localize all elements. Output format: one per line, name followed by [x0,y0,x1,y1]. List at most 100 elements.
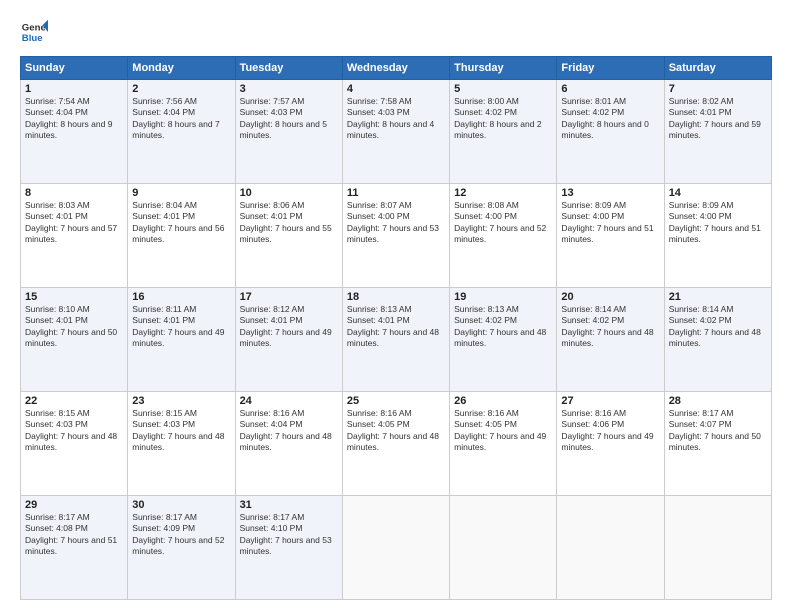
day-info: Sunrise: 7:57 AMSunset: 4:03 PMDaylight:… [240,96,327,140]
day-number: 28 [669,395,767,407]
calendar-cell: 15 Sunrise: 8:10 AMSunset: 4:01 PMDaylig… [21,288,128,392]
day-number: 21 [669,291,767,303]
calendar-cell: 6 Sunrise: 8:01 AMSunset: 4:02 PMDayligh… [557,80,664,184]
calendar-cell: 10 Sunrise: 8:06 AMSunset: 4:01 PMDaylig… [235,184,342,288]
col-header-wednesday: Wednesday [342,57,449,80]
page: General Blue SundayMondayTuesdayWednesda… [0,0,792,612]
day-number: 7 [669,83,767,95]
day-number: 9 [132,187,230,199]
day-number: 30 [132,499,230,511]
calendar-cell: 29 Sunrise: 8:17 AMSunset: 4:08 PMDaylig… [21,496,128,600]
day-info: Sunrise: 8:17 AMSunset: 4:10 PMDaylight:… [240,512,332,556]
day-number: 27 [561,395,659,407]
day-info: Sunrise: 8:17 AMSunset: 4:08 PMDaylight:… [25,512,117,556]
day-number: 22 [25,395,123,407]
col-header-monday: Monday [128,57,235,80]
calendar-cell: 24 Sunrise: 8:16 AMSunset: 4:04 PMDaylig… [235,392,342,496]
calendar-cell: 2 Sunrise: 7:56 AMSunset: 4:04 PMDayligh… [128,80,235,184]
calendar-cell: 12 Sunrise: 8:08 AMSunset: 4:00 PMDaylig… [450,184,557,288]
col-header-friday: Friday [557,57,664,80]
col-header-saturday: Saturday [664,57,771,80]
calendar-cell: 16 Sunrise: 8:11 AMSunset: 4:01 PMDaylig… [128,288,235,392]
day-info: Sunrise: 8:10 AMSunset: 4:01 PMDaylight:… [25,304,117,348]
calendar-cell: 17 Sunrise: 8:12 AMSunset: 4:01 PMDaylig… [235,288,342,392]
day-number: 12 [454,187,552,199]
calendar-cell: 8 Sunrise: 8:03 AMSunset: 4:01 PMDayligh… [21,184,128,288]
day-number: 11 [347,187,445,199]
day-info: Sunrise: 8:09 AMSunset: 4:00 PMDaylight:… [669,200,761,244]
calendar-cell: 31 Sunrise: 8:17 AMSunset: 4:10 PMDaylig… [235,496,342,600]
col-header-sunday: Sunday [21,57,128,80]
day-number: 26 [454,395,552,407]
day-info: Sunrise: 8:07 AMSunset: 4:00 PMDaylight:… [347,200,439,244]
day-number: 25 [347,395,445,407]
header: General Blue [20,18,772,46]
day-number: 24 [240,395,338,407]
calendar-cell: 25 Sunrise: 8:16 AMSunset: 4:05 PMDaylig… [342,392,449,496]
calendar-cell [450,496,557,600]
day-info: Sunrise: 8:11 AMSunset: 4:01 PMDaylight:… [132,304,224,348]
calendar-cell: 13 Sunrise: 8:09 AMSunset: 4:00 PMDaylig… [557,184,664,288]
day-number: 13 [561,187,659,199]
calendar-cell: 28 Sunrise: 8:17 AMSunset: 4:07 PMDaylig… [664,392,771,496]
day-info: Sunrise: 8:16 AMSunset: 4:04 PMDaylight:… [240,408,332,452]
calendar-cell: 4 Sunrise: 7:58 AMSunset: 4:03 PMDayligh… [342,80,449,184]
day-info: Sunrise: 8:03 AMSunset: 4:01 PMDaylight:… [25,200,117,244]
day-info: Sunrise: 8:00 AMSunset: 4:02 PMDaylight:… [454,96,541,140]
day-info: Sunrise: 8:02 AMSunset: 4:01 PMDaylight:… [669,96,761,140]
day-number: 6 [561,83,659,95]
day-number: 18 [347,291,445,303]
calendar-cell: 7 Sunrise: 8:02 AMSunset: 4:01 PMDayligh… [664,80,771,184]
day-info: Sunrise: 7:56 AMSunset: 4:04 PMDaylight:… [132,96,219,140]
logo-icon: General Blue [20,18,48,46]
day-number: 8 [25,187,123,199]
calendar-cell [557,496,664,600]
day-number: 15 [25,291,123,303]
day-number: 10 [240,187,338,199]
calendar-cell: 19 Sunrise: 8:13 AMSunset: 4:02 PMDaylig… [450,288,557,392]
day-number: 2 [132,83,230,95]
day-info: Sunrise: 8:16 AMSunset: 4:05 PMDaylight:… [347,408,439,452]
day-number: 1 [25,83,123,95]
day-info: Sunrise: 8:08 AMSunset: 4:00 PMDaylight:… [454,200,546,244]
col-header-tuesday: Tuesday [235,57,342,80]
calendar-cell: 20 Sunrise: 8:14 AMSunset: 4:02 PMDaylig… [557,288,664,392]
day-number: 17 [240,291,338,303]
day-number: 4 [347,83,445,95]
day-info: Sunrise: 8:13 AMSunset: 4:02 PMDaylight:… [454,304,546,348]
calendar-cell: 21 Sunrise: 8:14 AMSunset: 4:02 PMDaylig… [664,288,771,392]
calendar-cell: 1 Sunrise: 7:54 AMSunset: 4:04 PMDayligh… [21,80,128,184]
svg-text:Blue: Blue [22,33,43,44]
calendar-table: SundayMondayTuesdayWednesdayThursdayFrid… [20,56,772,600]
day-info: Sunrise: 8:15 AMSunset: 4:03 PMDaylight:… [132,408,224,452]
day-number: 20 [561,291,659,303]
day-number: 29 [25,499,123,511]
calendar-cell: 22 Sunrise: 8:15 AMSunset: 4:03 PMDaylig… [21,392,128,496]
calendar-cell: 14 Sunrise: 8:09 AMSunset: 4:00 PMDaylig… [664,184,771,288]
calendar-cell [342,496,449,600]
day-info: Sunrise: 8:16 AMSunset: 4:06 PMDaylight:… [561,408,653,452]
col-header-thursday: Thursday [450,57,557,80]
day-info: Sunrise: 8:06 AMSunset: 4:01 PMDaylight:… [240,200,332,244]
calendar-cell: 9 Sunrise: 8:04 AMSunset: 4:01 PMDayligh… [128,184,235,288]
day-info: Sunrise: 8:13 AMSunset: 4:01 PMDaylight:… [347,304,439,348]
day-number: 5 [454,83,552,95]
day-info: Sunrise: 8:15 AMSunset: 4:03 PMDaylight:… [25,408,117,452]
calendar-cell: 26 Sunrise: 8:16 AMSunset: 4:05 PMDaylig… [450,392,557,496]
day-info: Sunrise: 8:04 AMSunset: 4:01 PMDaylight:… [132,200,224,244]
day-info: Sunrise: 8:14 AMSunset: 4:02 PMDaylight:… [561,304,653,348]
day-info: Sunrise: 8:16 AMSunset: 4:05 PMDaylight:… [454,408,546,452]
calendar-cell: 30 Sunrise: 8:17 AMSunset: 4:09 PMDaylig… [128,496,235,600]
day-info: Sunrise: 8:14 AMSunset: 4:02 PMDaylight:… [669,304,761,348]
day-number: 31 [240,499,338,511]
calendar-cell [664,496,771,600]
calendar-cell: 27 Sunrise: 8:16 AMSunset: 4:06 PMDaylig… [557,392,664,496]
day-number: 16 [132,291,230,303]
calendar-cell: 11 Sunrise: 8:07 AMSunset: 4:00 PMDaylig… [342,184,449,288]
day-info: Sunrise: 7:58 AMSunset: 4:03 PMDaylight:… [347,96,434,140]
day-number: 23 [132,395,230,407]
day-number: 3 [240,83,338,95]
day-info: Sunrise: 8:12 AMSunset: 4:01 PMDaylight:… [240,304,332,348]
calendar-cell: 5 Sunrise: 8:00 AMSunset: 4:02 PMDayligh… [450,80,557,184]
calendar-cell: 18 Sunrise: 8:13 AMSunset: 4:01 PMDaylig… [342,288,449,392]
